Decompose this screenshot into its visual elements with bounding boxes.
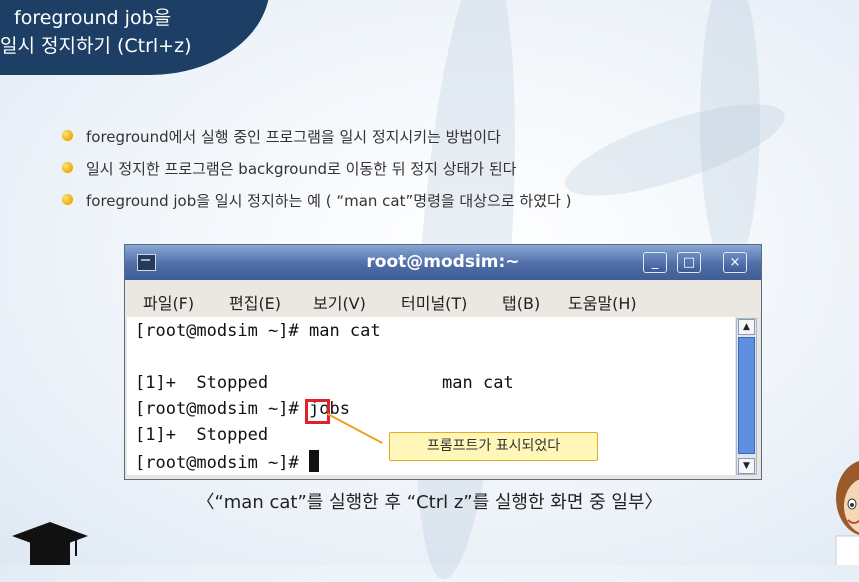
menu-edit[interactable]: 편집(E) [229, 290, 281, 314]
maximize-button[interactable]: □ [677, 252, 701, 273]
slide-title-line1: foreground job을 [14, 7, 172, 29]
menu-terminal[interactable]: 터미널(T) [401, 290, 467, 314]
terminal-prompt: [root@modsim ~]# [135, 453, 309, 473]
bullet-text: foreground에서 실행 중인 프로그램을 일시 정지시키는 방법이다 [86, 128, 501, 146]
annotation-callout: 프롬프트가 표시되었다 [389, 432, 598, 461]
slide-title-line2: 일시 정지하기 (Ctrl+z) [0, 35, 192, 57]
teacher-character-icon [835, 461, 859, 565]
menu-help[interactable]: 도움말(H) [568, 290, 637, 314]
terminal-prompt-line: [root@modsim ~]# [135, 450, 319, 473]
figure-caption: 〈“man cat”를 실행한 후 “Ctrl z”를 실행한 화면 중 일부〉 [196, 492, 663, 513]
terminal-line: [root@modsim ~]# man cat [135, 321, 381, 341]
menu-tabs[interactable]: 탭(B) [502, 290, 540, 314]
slide-title: foreground job을 일시 정지하기 (Ctrl+z) [0, 4, 191, 60]
vertical-scrollbar[interactable]: ▲ ▼ [736, 318, 757, 475]
graduation-cap-icon [12, 522, 88, 565]
scroll-down-button[interactable]: ▼ [738, 458, 755, 474]
bullet-dot-icon [62, 194, 73, 205]
terminal-line: [1]+ Stopped [135, 425, 269, 445]
terminal-line: [1]+ Stopped man cat [135, 373, 514, 393]
menu-bar: 파일(F) 편집(E) 보기(V) 터미널(T) 탭(B) 도움말(H) [125, 281, 761, 317]
scroll-up-button[interactable]: ▲ [738, 319, 755, 335]
menu-view[interactable]: 보기(V) [313, 290, 366, 314]
terminal-cursor [309, 450, 319, 472]
window-titlebar[interactable]: root@modsim:~ _ □ × [125, 245, 761, 280]
menu-file[interactable]: 파일(F) [143, 290, 194, 314]
bullet-dot-icon [62, 162, 73, 173]
bullet-dot-icon [62, 130, 73, 141]
bg-streak [700, 0, 760, 270]
prompt-highlight-box [305, 399, 330, 424]
bullet-text: 일시 정지한 프로그램은 background로 이동한 뒤 정지 상태가 된다 [86, 160, 517, 178]
minimize-button[interactable]: _ [643, 252, 667, 273]
close-button[interactable]: × [723, 252, 747, 273]
bullet-text: foreground job을 일시 정지하는 예 ( “man cat”명령을… [86, 192, 572, 210]
scroll-thumb[interactable] [738, 337, 755, 454]
